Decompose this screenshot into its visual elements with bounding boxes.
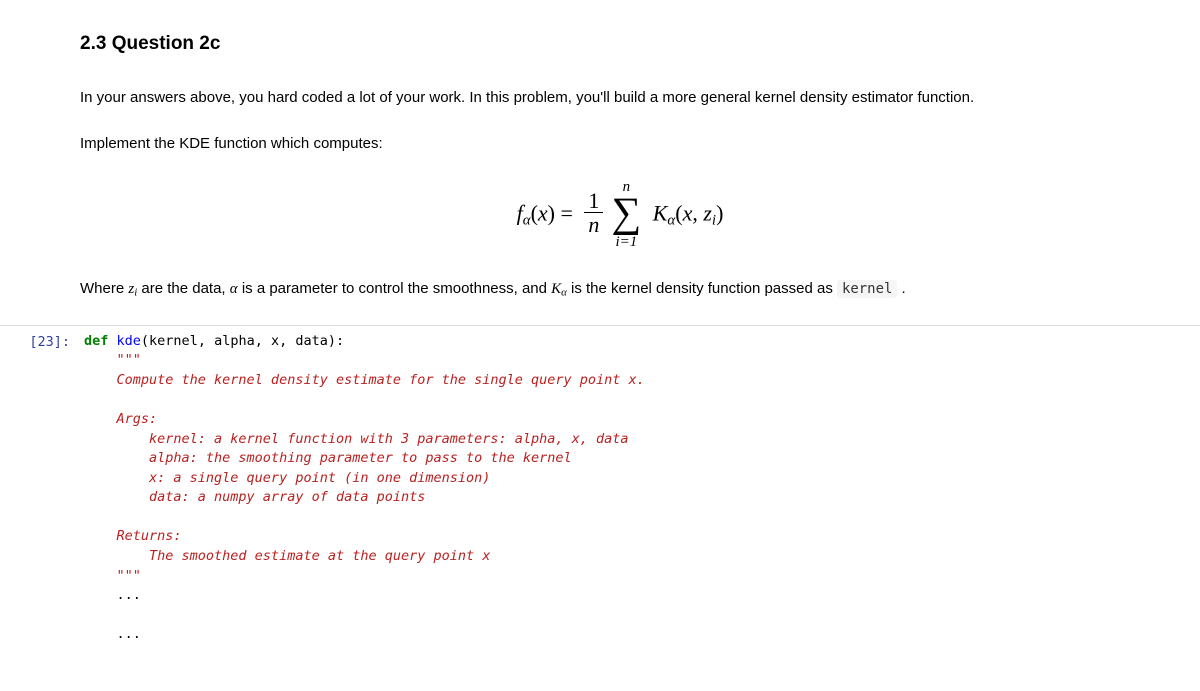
sigma-symbol: ∑ xyxy=(611,196,641,232)
summation: n∑i=1 xyxy=(611,180,641,250)
explanation-paragraph: Where zi are the data, α is a parameter … xyxy=(80,278,1160,301)
text-mid2: is a parameter to control the smoothness… xyxy=(238,280,552,297)
equals-sign: = xyxy=(555,200,578,225)
kde-formula: fα(x) = 1nn∑i=1 Kα(x, zi) xyxy=(517,180,724,250)
alpha-inline: α xyxy=(230,281,238,297)
comma: , xyxy=(692,200,703,225)
docstring-close: """ xyxy=(84,568,141,584)
instruction-paragraph: Implement the KDE function which compute… xyxy=(80,133,1160,156)
zi-z: z xyxy=(703,200,712,225)
code-cell: [23]: def kde(kernel, alpha, x, data): "… xyxy=(0,325,1200,651)
page-root: 2.3 Question 2c In your answers above, y… xyxy=(0,0,1200,691)
docstring-arg-x: x: a single query point (in one dimensio… xyxy=(84,470,490,486)
docstring-args-label: Args: xyxy=(84,411,157,427)
open-paren-2: ( xyxy=(675,200,682,225)
close-paren-1: ) xyxy=(548,200,555,225)
text-suffix: . xyxy=(897,280,905,297)
kernel-code-inline: kernel xyxy=(837,280,897,298)
docstring-arg-data: data: a numpy array of data points xyxy=(84,489,425,505)
input-prompt: [23]: xyxy=(0,326,80,651)
x-arg-2: x xyxy=(683,200,693,225)
docstring-return-line: The smoothed estimate at the query point… xyxy=(84,548,490,564)
code-area[interactable]: def kde(kernel, alpha, x, data): """ Com… xyxy=(80,326,1200,651)
docstring-arg-kernel: kernel: a kernel function with 3 paramet… xyxy=(84,431,629,447)
fraction: 1n xyxy=(584,190,603,236)
section-heading: 2.3 Question 2c xyxy=(80,30,1160,59)
K-alpha-inline: Kα xyxy=(551,281,567,297)
ellipsis-2: ... xyxy=(84,626,141,642)
numerator: 1 xyxy=(584,190,603,212)
function-name: kde xyxy=(117,333,141,349)
markdown-cell: 2.3 Question 2c In your answers above, y… xyxy=(0,30,1200,301)
sum-lower: i=1 xyxy=(611,232,641,250)
formula-block: fα(x) = 1nn∑i=1 Kα(x, zi) xyxy=(80,180,1160,250)
intro-paragraph: In your answers above, you hard coded a … xyxy=(80,87,1160,110)
denominator: n xyxy=(584,212,603,236)
signature: (kernel, alpha, x, data): xyxy=(141,333,344,349)
text-mid1: are the data, xyxy=(137,280,230,297)
ellipsis-1: ... xyxy=(84,587,141,603)
K-symbol: K xyxy=(653,200,668,225)
docstring-returns-label: Returns: xyxy=(84,528,182,544)
x-arg-1: x xyxy=(538,200,548,225)
docstring-open: """ xyxy=(84,352,141,368)
docstring-line: Compute the kernel density estimate for … xyxy=(84,372,645,388)
open-paren-1: ( xyxy=(531,200,538,225)
def-keyword: def xyxy=(84,333,108,349)
docstring-arg-alpha: alpha: the smoothing parameter to pass t… xyxy=(84,450,572,466)
text-mid3: is the kernel density function passed as xyxy=(567,280,837,297)
zi-inline: zi xyxy=(128,281,137,297)
close-paren-2: ) xyxy=(716,200,723,225)
f-subscript: α xyxy=(523,212,531,228)
text-prefix: Where xyxy=(80,280,128,297)
